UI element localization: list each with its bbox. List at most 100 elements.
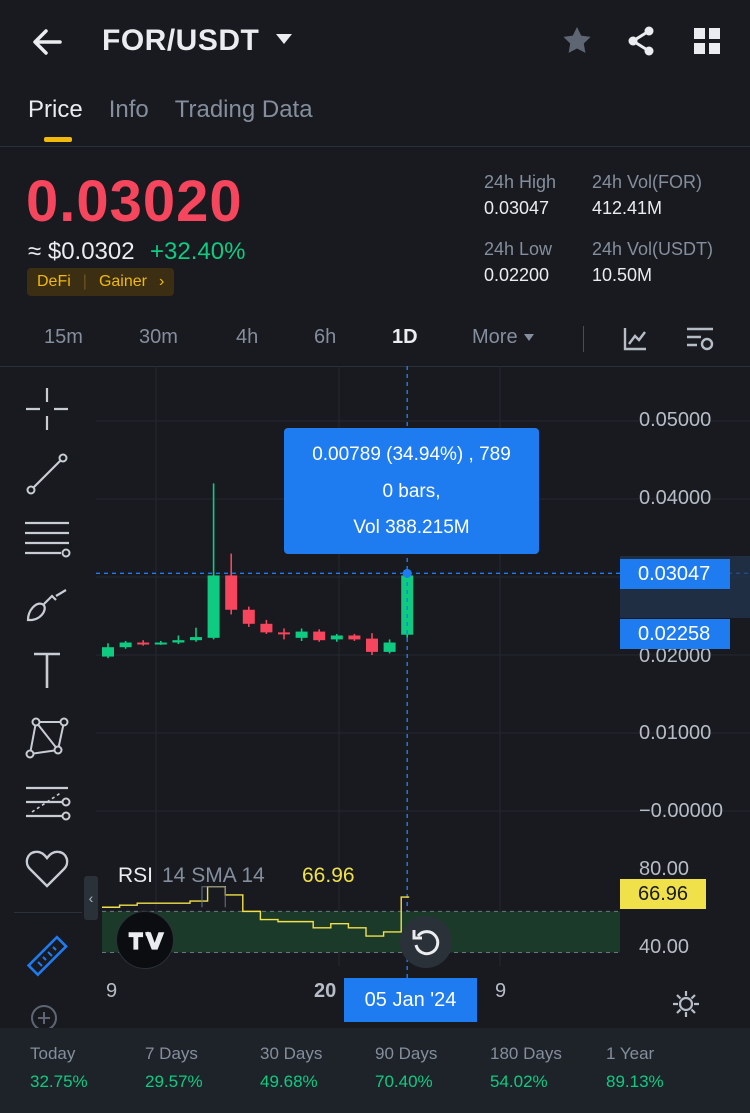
rsi-band (102, 911, 620, 953)
interval-15m[interactable]: 15m (44, 326, 83, 349)
rsi-label: RSI (118, 864, 154, 887)
perf-label-180d: 180 Days (490, 1044, 562, 1063)
tradingview-logo-icon[interactable] (116, 911, 174, 969)
star-icon[interactable] (560, 24, 594, 58)
perf-value-90d: 70.40% (375, 1072, 433, 1091)
interval-6h[interactable]: 6h (314, 326, 336, 349)
brush-icon[interactable] (22, 580, 72, 630)
candle-body (348, 635, 361, 640)
tag-defi[interactable]: DeFi (37, 273, 71, 291)
favorite-heart-icon[interactable] (22, 844, 72, 894)
pair-dropdown-caret-icon[interactable] (276, 34, 292, 44)
pattern-icon[interactable] (22, 712, 72, 762)
tab-bar: Price Info Trading Data (28, 96, 313, 124)
candle-body (242, 609, 255, 624)
price-marker-low: 0.02258 (620, 619, 730, 649)
candle-body (313, 631, 326, 641)
active-tab-indicator (44, 137, 72, 142)
tag-gainer[interactable]: Gainer (99, 273, 147, 291)
measure-change: 0.00789 (34.94%) , 789 (312, 444, 511, 465)
toolbar-divider (14, 912, 82, 913)
candle-body (154, 642, 167, 645)
ruler-icon[interactable] (22, 932, 72, 982)
stat-24h-vol-base-value: 412.41M (592, 198, 663, 218)
tag-separator: | (82, 273, 87, 290)
rsi-axis-label: 80.00 (639, 858, 690, 880)
price-axis-label: 0.01000 (639, 722, 712, 744)
stat-24h-low-value: 0.02200 (484, 265, 550, 285)
perf-value-today: 32.75% (30, 1072, 88, 1091)
measure-point (402, 568, 412, 578)
stat-24h-vol-base-label: 24h Vol(FOR) (592, 172, 703, 192)
tab-info[interactable]: Info (109, 96, 149, 124)
price-axis-label: 0.04000 (639, 487, 712, 509)
perf-label-30d: 30 Days (260, 1044, 323, 1063)
interval-4h[interactable]: 4h (236, 326, 258, 349)
measure-bars: 0 bars, (382, 481, 441, 502)
usd-price: ≈ $0.0302 (28, 238, 135, 265)
candle-body (278, 632, 290, 635)
stat-24h-vol-quote-value: 10.50M (592, 265, 653, 285)
interval-30m[interactable]: 30m (139, 326, 178, 349)
text-icon[interactable] (22, 646, 72, 696)
trend-line-icon[interactable] (22, 449, 72, 499)
chevron-right-icon: › (158, 273, 165, 290)
candle-body (366, 638, 378, 652)
candle-body (207, 575, 220, 638)
arrow-left-icon[interactable] (28, 22, 68, 62)
candle-body (119, 642, 132, 648)
interval-divider (583, 326, 584, 352)
tag-pill[interactable]: DeFi | Gainer › (27, 268, 175, 296)
interval-1d[interactable]: 1D (392, 326, 418, 349)
candle-body (330, 635, 343, 640)
stat-24h-high-value: 0.03047 (484, 198, 550, 218)
share-icon[interactable] (624, 24, 658, 58)
grid-icon[interactable] (690, 24, 724, 58)
stat-24h-high-label: 24h High (484, 172, 557, 192)
reset-chart-icon[interactable] (400, 916, 452, 968)
candle-body (225, 575, 238, 610)
horizontal-lines-icon[interactable] (22, 514, 72, 564)
candle-body (295, 631, 308, 638)
time-axis-label: 20 (314, 980, 337, 1002)
perf-value-7d: 29.57% (145, 1072, 203, 1091)
rsi-value-marker: 66.96 (620, 879, 706, 909)
chevron-down-icon (523, 334, 534, 342)
candle-body (137, 642, 150, 645)
time-axis-label: 9 (495, 980, 507, 1002)
indicator-icon[interactable] (620, 324, 650, 354)
divider (0, 146, 750, 147)
rsi-params: 14 SMA 14 (162, 864, 265, 887)
fib-icon[interactable] (22, 778, 72, 828)
chart-settings-icon[interactable] (684, 324, 716, 354)
tab-price[interactable]: Price (28, 96, 83, 124)
perf-label-1y: 1 Year (606, 1044, 655, 1063)
pair-title[interactable]: FOR/USDT (102, 24, 259, 58)
candle-body (102, 647, 114, 657)
time-axis-label: 9 (106, 980, 118, 1002)
performance-bar (0, 1028, 750, 1113)
crosshair-icon[interactable] (22, 384, 72, 434)
zoom-icon[interactable] (28, 1002, 62, 1028)
stat-24h-low-label: 24h Low (484, 239, 553, 259)
candle-body (172, 640, 185, 643)
price-change: +32.40% (150, 238, 246, 265)
crosshair-date: 05 Jan '24 (344, 978, 477, 1022)
price-axis-label: −0.00000 (639, 800, 723, 822)
gear-icon[interactable] (670, 988, 702, 1020)
perf-value-180d: 54.02% (490, 1072, 548, 1091)
perf-label-today: Today (30, 1044, 76, 1063)
rsi-ma-line (201, 886, 226, 908)
interval-more[interactable]: More (472, 326, 534, 349)
price-axis-label: 0.05000 (639, 409, 712, 431)
perf-label-7d: 7 Days (145, 1044, 198, 1063)
stat-24h-vol-quote-label: 24h Vol(USDT) (592, 239, 714, 259)
measure-tooltip: 0.00789 (34.94%) , 789 0 bars, Vol 388.2… (284, 428, 539, 554)
tab-trading-data[interactable]: Trading Data (175, 96, 313, 124)
rsi-value: 66.96 (302, 864, 355, 887)
rsi-axis-label: 40.00 (639, 936, 690, 958)
measure-volume: Vol 388.215M (353, 517, 470, 538)
candle-body (383, 642, 396, 652)
perf-value-1y: 89.13% (606, 1072, 664, 1091)
last-price: 0.03020 (26, 169, 243, 234)
